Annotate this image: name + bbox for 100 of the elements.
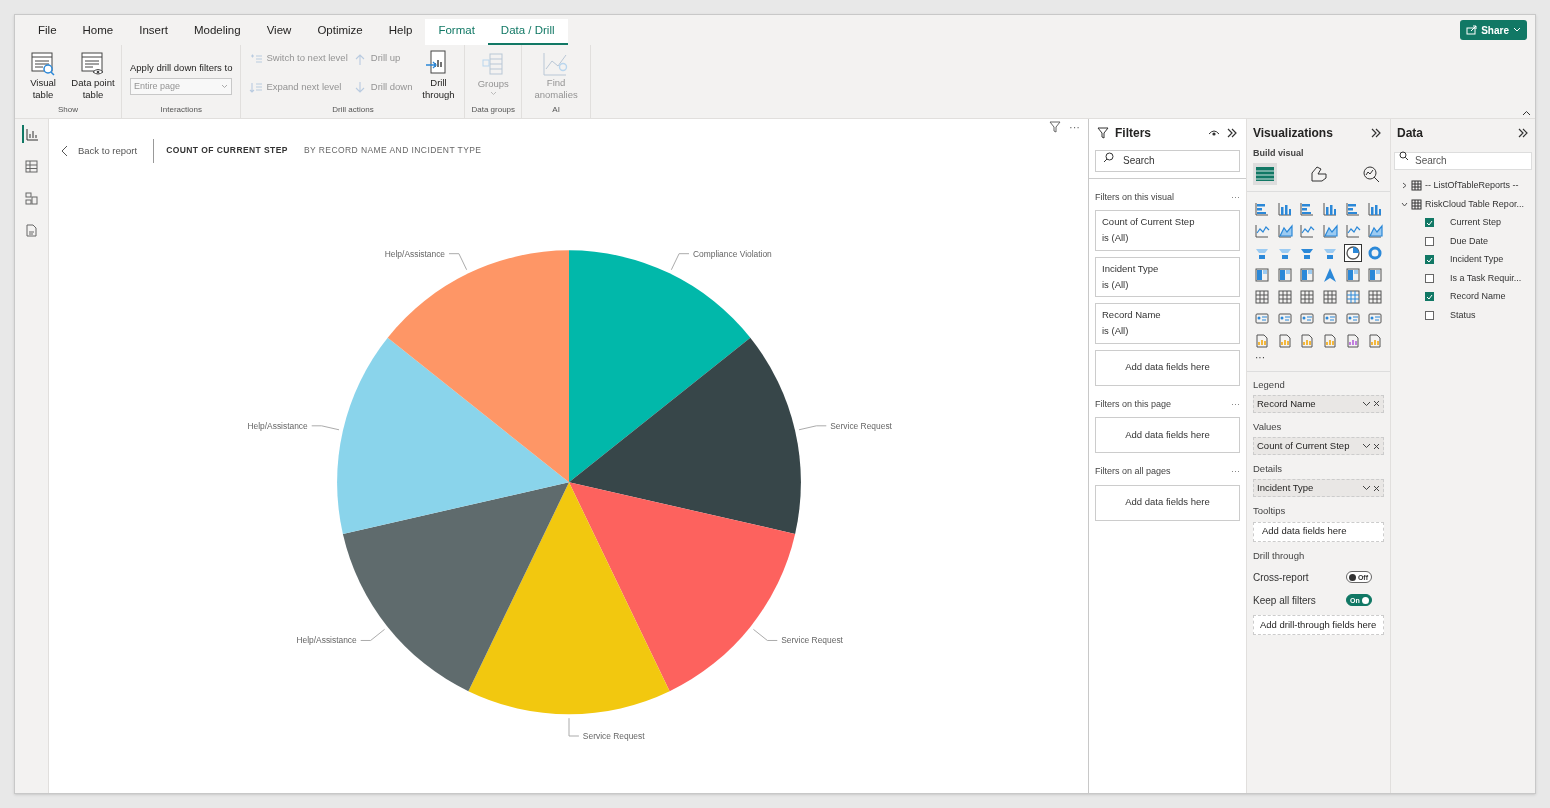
table-eye-icon xyxy=(80,51,106,77)
well-label: Values xyxy=(1253,419,1283,434)
checkbox[interactable] xyxy=(1425,218,1434,228)
checkbox[interactable] xyxy=(1425,236,1434,246)
drop-zone[interactable]: Add data fields here xyxy=(1095,349,1240,386)
field-name[interactable]: Record Name xyxy=(1450,290,1506,304)
chart-type-icon xyxy=(1254,200,1270,217)
field-name[interactable]: Current Step xyxy=(1450,216,1502,230)
pane-mode-tab[interactable] xyxy=(1253,162,1277,185)
checkbox[interactable] xyxy=(1425,273,1434,283)
collapse-icon[interactable] xyxy=(1522,110,1531,116)
drill-through-button[interactable]: Drill through xyxy=(420,49,457,104)
filter-card[interactable]: Incident Type is (All) xyxy=(1095,256,1240,297)
section-title: Build visual xyxy=(1252,147,1305,160)
leader-line xyxy=(798,424,827,430)
chart-type-icon xyxy=(1299,266,1316,283)
search-field[interactable]: Search xyxy=(1095,149,1240,172)
filter-card[interactable]: Count of Current Step is (All) xyxy=(1095,210,1240,251)
chart-type-icon xyxy=(1344,332,1361,349)
well-label: Legend xyxy=(1253,377,1286,392)
caret-icon xyxy=(489,91,497,97)
filter-card[interactable]: Record Name is (All) xyxy=(1095,303,1240,344)
chevron-left-icon xyxy=(61,144,68,157)
collapse-icon[interactable] xyxy=(1226,127,1238,139)
leader-line xyxy=(670,252,690,270)
section-title: Filters on all pages xyxy=(1095,465,1171,478)
close-icon[interactable] xyxy=(1373,484,1380,492)
ribbon-tab[interactable]: Optimize xyxy=(304,19,376,45)
more-options[interactable]: ··· xyxy=(1231,467,1240,477)
ribbon-tab[interactable]: Home xyxy=(69,19,127,45)
share-button[interactable]: Share xyxy=(1460,20,1527,40)
checkbox[interactable] xyxy=(1425,255,1434,265)
drop-zone[interactable]: Add data fields here xyxy=(1095,484,1240,521)
group-label: Drill actions xyxy=(332,104,374,116)
ribbon-tab[interactable]: Format xyxy=(425,19,488,45)
more-visuals[interactable]: ··· xyxy=(1247,349,1390,372)
slice-label: Help/Assistance xyxy=(247,420,308,431)
field-name[interactable]: Incident Type xyxy=(1450,253,1504,267)
group-label: AI xyxy=(552,104,560,116)
search-field[interactable]: Search xyxy=(1394,151,1532,170)
chart-type-icon xyxy=(1367,288,1384,305)
filter-state: is (All) xyxy=(1102,277,1130,292)
ribbon-button[interactable]: Data point table xyxy=(69,51,117,104)
table-tree-item[interactable]: -- ListOfTableReports -- xyxy=(1401,179,1525,193)
chart-type-icon xyxy=(1299,222,1316,239)
field-pill[interactable]: Record Name xyxy=(1253,394,1384,413)
ribbon-tab[interactable]: Data / Drill xyxy=(487,19,568,45)
slice-label: Compliance Violation xyxy=(692,248,772,259)
chevron-down-icon xyxy=(1362,485,1371,492)
chart-type-icon xyxy=(1344,310,1361,327)
drop-zone[interactable]: Add drill-through fields here xyxy=(1253,614,1384,635)
filter-name: Record Name xyxy=(1102,308,1162,322)
ribbon-button[interactable]: Visual table xyxy=(19,51,67,104)
more-options[interactable]: ··· xyxy=(1069,121,1080,133)
checkbox[interactable] xyxy=(1425,310,1434,320)
drop-zone[interactable]: Add data fields here xyxy=(1095,417,1240,453)
well-label: Drill through xyxy=(1253,548,1306,563)
collapse-icon[interactable] xyxy=(1517,127,1529,139)
ribbon-tab[interactable]: Insert xyxy=(126,19,181,45)
close-icon[interactable] xyxy=(1373,400,1380,408)
chart-type-icon xyxy=(1254,288,1270,305)
visual-type-button[interactable] xyxy=(1343,243,1362,262)
field-name[interactable]: Due Date xyxy=(1450,234,1489,248)
checkbox[interactable] xyxy=(1425,292,1434,302)
ribbon-tab[interactable]: File xyxy=(25,19,70,45)
drop-zone[interactable]: Add data fields here xyxy=(1253,521,1384,542)
slice-label: Help/Assistance xyxy=(384,248,446,259)
more-options[interactable]: ··· xyxy=(1231,192,1240,202)
field-name[interactable]: Is a Task Requir... xyxy=(1450,271,1522,285)
field-pill[interactable]: Incident Type xyxy=(1253,479,1384,498)
search-icon xyxy=(1103,152,1114,163)
table-icon xyxy=(1411,180,1422,192)
filter-name: Count of Current Step xyxy=(1102,215,1196,229)
dropdown-caption: Apply drill down filters to xyxy=(130,61,233,75)
chart-type-icon xyxy=(1322,222,1338,239)
leader-line xyxy=(360,628,386,641)
leader-line xyxy=(448,252,468,270)
collapse-icon[interactable] xyxy=(1370,127,1382,139)
bar-chart-icon xyxy=(26,127,39,141)
chart-type-icon xyxy=(1276,332,1293,349)
chart-type-icon xyxy=(1344,266,1361,283)
group-label: Show xyxy=(58,104,78,116)
table-tree-item[interactable]: RiskCloud Table Repor... xyxy=(1401,197,1525,211)
field-pill[interactable]: Count of Current Step xyxy=(1253,437,1384,455)
ribbon-tab[interactable]: Modeling xyxy=(181,19,254,45)
filter-icon[interactable] xyxy=(1049,121,1061,133)
chart-type-icon xyxy=(1276,222,1293,239)
more-options[interactable]: ··· xyxy=(1231,399,1240,409)
ribbon-tab[interactable]: View xyxy=(253,19,305,45)
eye-icon[interactable] xyxy=(1208,128,1220,138)
search-icon xyxy=(1399,151,1409,161)
pane-title: Visualizations xyxy=(1253,125,1333,142)
chart-type-icon xyxy=(1367,244,1384,261)
field-name[interactable]: Status xyxy=(1450,308,1476,322)
close-icon[interactable] xyxy=(1373,442,1380,450)
back-link[interactable]: Back to report xyxy=(61,138,155,163)
chart-type-icon xyxy=(1276,266,1293,283)
filter-state: is (All) xyxy=(1102,231,1130,246)
ribbon-tab[interactable]: Help xyxy=(375,19,426,45)
toggle-label: Cross-report xyxy=(1253,570,1309,585)
